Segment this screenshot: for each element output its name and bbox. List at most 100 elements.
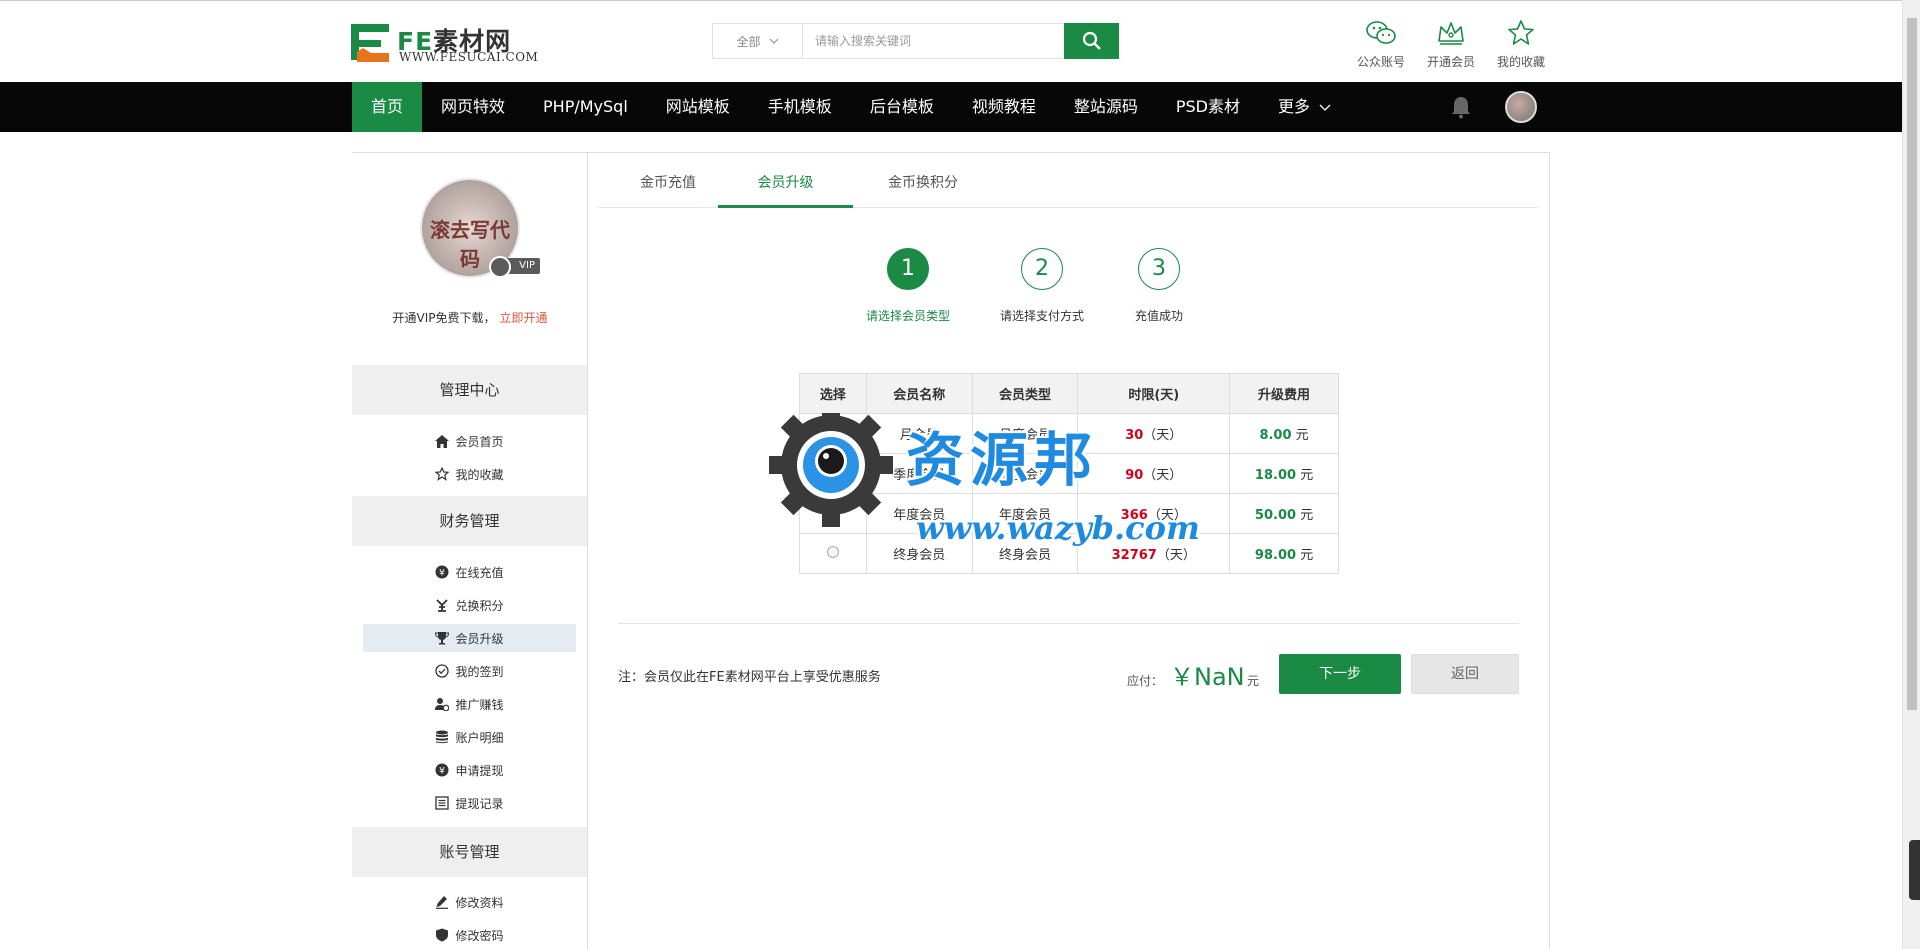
step-label: 请选择支付方式 <box>999 309 1084 323</box>
svg-text:¥: ¥ <box>440 767 446 777</box>
next-step-button[interactable]: 下一步 <box>1279 654 1401 694</box>
user-avatar[interactable] <box>1505 91 1537 123</box>
search-category-select[interactable]: 全部 <box>713 24 803 58</box>
tab-gold-recharge[interactable]: 金币充值 <box>618 166 718 208</box>
sidebar-item-label: 修改密码 <box>455 928 504 943</box>
sidebar-item-label: 我的收藏 <box>455 467 504 482</box>
sidebar-item-withdraw[interactable]: ¥ 申请提现 <box>363 756 576 784</box>
plan-duration: 30（天） <box>1077 413 1231 454</box>
quick-link-vip[interactable]: 开通会员 <box>1419 19 1483 70</box>
plan-select-cell <box>799 493 867 534</box>
sidebar: 滚去写代码 VIP 开通VIP免费下载， 立即开通 管理中心 会员首页 我的收藏 … <box>352 153 588 949</box>
main-nav: 首页 网页特效 PHP/MySql 网站模板 手机模板 后台模板 视频教程 整站… <box>0 82 1902 132</box>
table-row[interactable]: 月会员 月度会员 30（天） 8.00 元 <box>799 413 1339 454</box>
sidebar-item-label: 会员首页 <box>455 434 504 449</box>
pay-amount: ￥NaN <box>1170 663 1245 691</box>
quick-link-favorites[interactable]: 我的收藏 <box>1489 19 1553 70</box>
plan-radio[interactable] <box>826 425 839 438</box>
plan-select-cell <box>799 453 867 494</box>
column-header-name: 会员名称 <box>865 373 973 414</box>
plan-price: 98.00 元 <box>1229 533 1339 574</box>
plan-radio[interactable] <box>826 545 839 558</box>
nav-item-psd[interactable]: PSD素材 <box>1157 82 1259 132</box>
step-label: 充值成功 <box>1134 309 1183 323</box>
quick-link-label: 开通会员 <box>1426 55 1475 69</box>
sidebar-item-change-password[interactable]: 修改密码 <box>363 921 576 949</box>
search-button[interactable] <box>1064 23 1119 59</box>
logo-mark-icon <box>351 24 389 62</box>
sidebar-item-favorites[interactable]: 我的收藏 <box>363 460 576 488</box>
table-row[interactable]: 终身会员 终身会员 32767（天） 98.00 元 <box>799 533 1339 574</box>
nav-item-web-effects[interactable]: 网页特效 <box>422 82 524 132</box>
nav-item-video-tutorials[interactable]: 视频教程 <box>953 82 1055 132</box>
nav-item-full-site-source[interactable]: 整站源码 <box>1055 82 1157 132</box>
sidebar-item-withdraw-records[interactable]: 提现记录 <box>363 789 576 817</box>
plan-price-value: 98.00 <box>1254 548 1297 563</box>
nav-item-home[interactable]: 首页 <box>352 82 423 132</box>
sidebar-item-label: 申请提现 <box>455 763 504 778</box>
table-row[interactable]: 年度会员 年度会员 366（天） 50.00 元 <box>799 493 1339 534</box>
plan-name: 季度会员 <box>865 453 973 494</box>
nav-item-more[interactable]: 更多 <box>1259 82 1350 132</box>
column-header-price: 升级费用 <box>1229 373 1339 414</box>
edit-icon <box>435 895 449 909</box>
step-1: 1 请选择会员类型 <box>853 248 963 324</box>
nav-items: 首页 网页特效 PHP/MySql 网站模板 手机模板 后台模板 视频教程 整站… <box>352 82 1350 132</box>
sidebar-item-checkin[interactable]: 我的签到 <box>363 657 576 685</box>
nav-item-admin-templates[interactable]: 后台模板 <box>851 82 953 132</box>
column-header-select: 选择 <box>799 373 867 414</box>
plan-price-unit: 元 <box>1295 428 1309 443</box>
plan-price: 8.00 元 <box>1229 413 1339 454</box>
plan-price-value: 50.00 <box>1254 508 1297 523</box>
step-label: 请选择会员类型 <box>865 309 950 323</box>
step-number: 3 <box>1138 248 1180 290</box>
sidebar-group-finance: 财务管理 <box>352 496 587 546</box>
plan-days-unit: （天） <box>1143 428 1183 443</box>
plan-days: 90 <box>1125 468 1144 483</box>
tab-member-upgrade[interactable]: 会员升级 <box>718 166 853 208</box>
column-header-type: 会员类型 <box>971 373 1079 414</box>
site-logo[interactable]: FE素材网 WWW.FESUCAI.COM <box>351 22 551 64</box>
sidebar-item-label: 修改资料 <box>455 895 504 910</box>
sidebar-item-member-home[interactable]: 会员首页 <box>363 427 576 455</box>
plan-duration: 90（天） <box>1077 453 1231 494</box>
page-scrollbar[interactable] <box>1902 0 1920 949</box>
nav-item-more-label: 更多 <box>1278 97 1311 116</box>
plan-radio[interactable] <box>826 465 839 478</box>
quick-link-wechat[interactable]: 公众账号 <box>1349 19 1413 70</box>
plan-name: 终身会员 <box>865 533 973 574</box>
vip-open-link[interactable]: 立即开通 <box>499 311 547 325</box>
sidebar-item-member-upgrade[interactable]: 会员升级 <box>363 624 576 652</box>
plan-price-value: 8.00 <box>1259 428 1292 443</box>
plan-days: 32767 <box>1111 548 1157 563</box>
tab-bar: 金币充值 会员升级 金币换积分 <box>598 166 1538 208</box>
sidebar-item-account-details[interactable]: 账户明细 <box>363 723 576 751</box>
floating-side-widget[interactable] <box>1909 840 1920 900</box>
tab-gold-to-points[interactable]: 金币换积分 <box>863 166 983 208</box>
shield-icon <box>435 928 449 942</box>
table-row[interactable]: 季度会员 季度会员 90（天） 18.00 元 <box>799 453 1339 494</box>
sidebar-item-online-recharge[interactable]: ¥ 在线充值 <box>363 558 576 586</box>
list-icon <box>435 796 450 810</box>
plan-radio[interactable] <box>826 505 839 518</box>
sidebar-item-edit-profile[interactable]: 修改资料 <box>363 888 576 916</box>
yen-coin-icon: ¥ <box>435 565 449 579</box>
sidebar-item-label: 提现记录 <box>455 796 504 811</box>
plan-price-unit: 元 <box>1300 548 1314 563</box>
nav-item-mobile-templates[interactable]: 手机模板 <box>749 82 851 132</box>
sidebar-item-label: 我的签到 <box>455 664 504 679</box>
nav-item-site-templates[interactable]: 网站模板 <box>647 82 749 132</box>
sidebar-item-exchange-points[interactable]: 兑换积分 <box>363 591 576 619</box>
plan-days: 30 <box>1125 428 1144 443</box>
plan-type: 年度会员 <box>971 493 1079 534</box>
bell-icon[interactable] <box>1450 95 1472 119</box>
quick-link-label: 我的收藏 <box>1496 55 1545 69</box>
sidebar-item-promote[interactable]: 推广赚钱 <box>363 690 576 718</box>
nav-item-php-mysql[interactable]: PHP/MySql <box>524 82 647 132</box>
step-number: 2 <box>1021 248 1063 290</box>
search-input[interactable] <box>803 24 1065 58</box>
page: FE素材网 WWW.FESUCAI.COM 全部 公众账号 开通会员 我的收藏 <box>0 0 1920 949</box>
back-button[interactable]: 返回 <box>1411 654 1519 694</box>
scrollbar-thumb[interactable] <box>1907 18 1917 710</box>
plan-days-unit: （天） <box>1156 548 1196 563</box>
